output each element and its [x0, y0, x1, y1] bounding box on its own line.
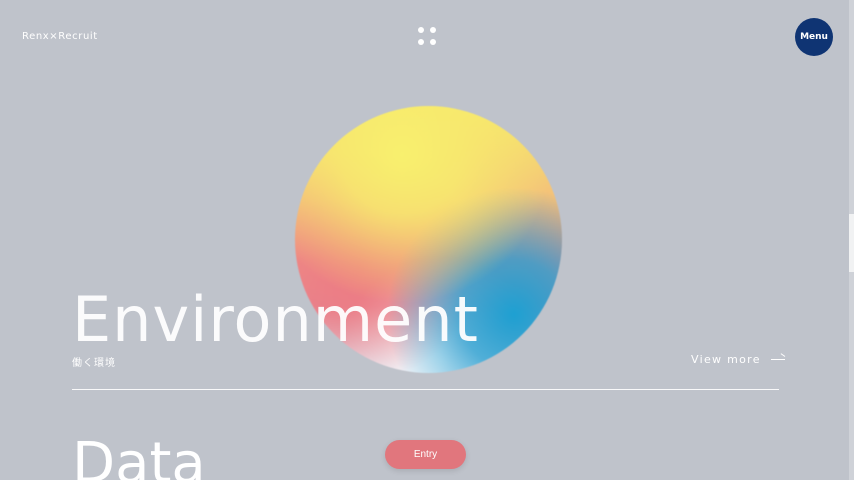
view-more-link[interactable]: View more — [691, 353, 785, 366]
section-subtitle: 働く環境 — [72, 358, 116, 369]
section-title: Environment — [72, 283, 479, 356]
dot — [430, 39, 436, 45]
grid-dots-icon[interactable] — [418, 27, 438, 47]
dot — [418, 39, 424, 45]
section-divider — [72, 389, 779, 390]
data-section-title: Data — [72, 431, 206, 480]
scrollbar-thumb[interactable] — [849, 214, 854, 272]
dot — [418, 27, 424, 33]
view-more-label: View more — [691, 353, 761, 366]
dot — [430, 27, 436, 33]
menu-button[interactable]: Menu — [795, 18, 833, 56]
recruit-page: Renx×Recruit Menu Environment 働く環境 View … — [0, 0, 854, 480]
entry-button[interactable]: Entry — [385, 440, 466, 469]
site-logo[interactable]: Renx×Recruit — [22, 31, 98, 42]
arrow-right-icon — [770, 359, 785, 360]
